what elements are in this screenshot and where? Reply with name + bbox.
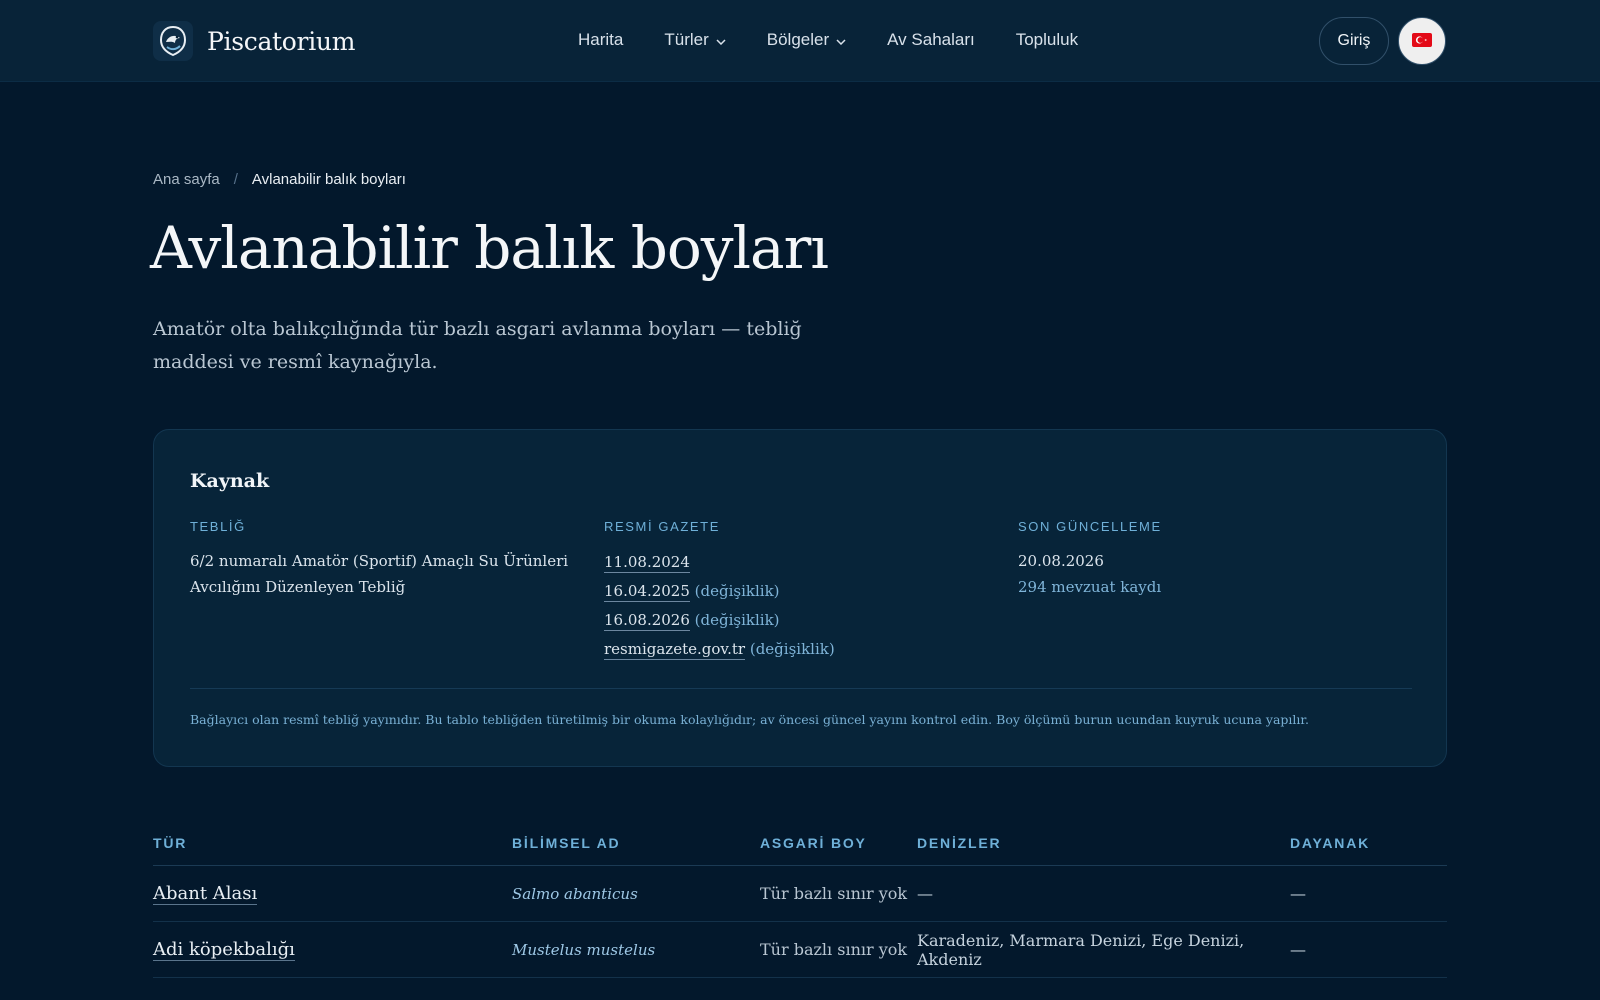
- gazete-date-link[interactable]: 16.04.2025: [604, 582, 690, 602]
- teblig-label: TEBLİĞ: [190, 519, 246, 534]
- nav-item-label: Bölgeler: [766, 30, 830, 49]
- column-header-dayanak[interactable]: DAYANAK: [1290, 835, 1447, 851]
- resmi-gazete-column: RESMİ GAZETE 11.08.2024 16.04.2025 (deği…: [604, 519, 984, 664]
- nav-item-topluluk[interactable]: Topluluk: [1016, 30, 1078, 50]
- nav-item-bolgeler[interactable]: Bölgeler: [767, 30, 846, 50]
- resmi-gazete-label: RESMİ GAZETE: [604, 519, 720, 534]
- resmi-gazete-list: 11.08.2024 16.04.2025 (değişiklik) 16.08…: [604, 548, 984, 664]
- chevron-down-icon: [716, 30, 726, 50]
- scientific-name: Mustelus mustelus: [512, 940, 656, 959]
- breadcrumb-separator: /: [233, 171, 238, 188]
- table-header: TÜR BİLİMSEL AD ASGARİ BOY DENİZLER DAYA…: [153, 820, 1447, 866]
- table-row: Adi köpekbalığı Mustelus mustelus Tür ba…: [153, 922, 1447, 978]
- last-update-date: 20.08.2026: [1018, 552, 1104, 570]
- top-navigation-bar: Piscatorium Harita Türler Bölgeler Av Sa…: [0, 0, 1600, 82]
- card-divider: [190, 688, 1412, 689]
- source-card: Kaynak TEBLİĞ 6/2 numaralı Amatör (Sport…: [153, 429, 1447, 767]
- gazete-entry: resmigazete.gov.tr (değişiklik): [604, 635, 984, 664]
- column-header-denizler[interactable]: DENİZLER: [917, 835, 1290, 851]
- records-link[interactable]: 294 mevzuat kaydı: [1018, 574, 1398, 600]
- teblig-column: TEBLİĞ 6/2 numaralı Amatör (Sportif) Ama…: [190, 519, 570, 600]
- main-nav: Harita Türler Bölgeler Av Sahaları Toplu…: [578, 30, 1119, 50]
- son-guncelleme-body: 20.08.2026 294 mevzuat kaydı: [1018, 548, 1398, 600]
- breadcrumb: Ana sayfa / Avlanabilir balık boyları: [153, 171, 406, 188]
- breadcrumb-current: Avlanabilir balık boyları: [251, 171, 406, 188]
- gazete-date-link[interactable]: 16.08.2026: [604, 611, 690, 631]
- column-header-bilimsel-ad[interactable]: BİLİMSEL AD: [512, 835, 760, 851]
- nav-item-turler[interactable]: Türler: [664, 30, 726, 50]
- language-button[interactable]: [1398, 17, 1446, 65]
- turkish-flag-icon: [1412, 32, 1432, 50]
- species-link[interactable]: Abant Alası: [153, 883, 258, 905]
- source-card-title: Kaynak: [190, 470, 270, 492]
- breadcrumb-home-link[interactable]: Ana sayfa: [153, 171, 220, 188]
- scientific-name: Salmo abanticus: [512, 884, 638, 903]
- species-name: Abant Alası: [153, 883, 258, 905]
- chevron-down-icon: [836, 30, 846, 50]
- column-header-tur[interactable]: TÜR: [153, 835, 512, 851]
- min-size: Tür bazlı sınır yok: [760, 884, 908, 903]
- species-name-cell: Abant Alası: [153, 883, 512, 905]
- gazete-entry: 16.08.2026 (değişiklik): [604, 606, 984, 635]
- seas: —: [917, 884, 933, 903]
- nav-item-label: Türler: [664, 30, 709, 49]
- species-name-cell: Adi köpekbalığı: [153, 939, 512, 961]
- min-size: Tür bazlı sınır yok: [760, 940, 908, 959]
- nav-item-av-sahalari[interactable]: Av Sahaları: [887, 30, 975, 50]
- nav-item-label: Harita: [578, 30, 624, 49]
- gazete-date-link[interactable]: 11.08.2024: [604, 553, 690, 573]
- gazete-entry: 11.08.2024: [604, 548, 984, 577]
- gazete-site-link[interactable]: resmigazete.gov.tr: [604, 640, 746, 660]
- teblig-text: 6/2 numaralı Amatör (Sportif) Amaçlı Su …: [190, 552, 569, 596]
- page-title: Avlanabilir balık boyları: [150, 214, 829, 282]
- gazete-entry: 16.04.2025 (değişiklik): [604, 577, 984, 606]
- nav-item-label: Av Sahaları: [887, 30, 975, 49]
- gazete-note: (değişiklik): [694, 582, 780, 600]
- brand-link[interactable]: Piscatorium: [153, 21, 355, 61]
- brand-name: Piscatorium: [207, 26, 356, 56]
- page-lead: Amatör olta balıkçılığında tür bazlı asg…: [153, 318, 802, 373]
- basis: —: [1290, 884, 1306, 903]
- fish-size-table: TÜR BİLİMSEL AD ASGARİ BOY DENİZLER DAYA…: [153, 820, 1447, 978]
- species-name: Adi köpekbalığı: [153, 939, 295, 961]
- gazete-note: (değişiklik): [749, 640, 835, 658]
- son-guncelleme-label: SON GÜNCELLEME: [1018, 519, 1162, 534]
- table-row: Abant Alası Salmo abanticus Tür bazlı sı…: [153, 866, 1447, 922]
- nav-item-label: Topluluk: [1015, 30, 1079, 49]
- basis: —: [1290, 940, 1306, 959]
- gazete-note: (değişiklik): [694, 611, 780, 629]
- fish-logo-icon: [153, 21, 193, 61]
- nav-item-harita[interactable]: Harita: [578, 30, 623, 50]
- seas: Karadeniz, Marmara Denizi, Ege Denizi, A…: [917, 930, 1245, 969]
- species-link[interactable]: Adi köpekbalığı: [153, 939, 295, 961]
- login-button[interactable]: Giriş: [1319, 17, 1389, 65]
- source-disclaimer: Bağlayıcı olan resmî tebliğ yayınıdır. B…: [190, 712, 1309, 727]
- column-header-asgari-boy[interactable]: ASGARİ BOY: [760, 835, 917, 851]
- son-guncelleme-column: SON GÜNCELLEME 20.08.2026 294 mevzuat ka…: [1018, 519, 1398, 600]
